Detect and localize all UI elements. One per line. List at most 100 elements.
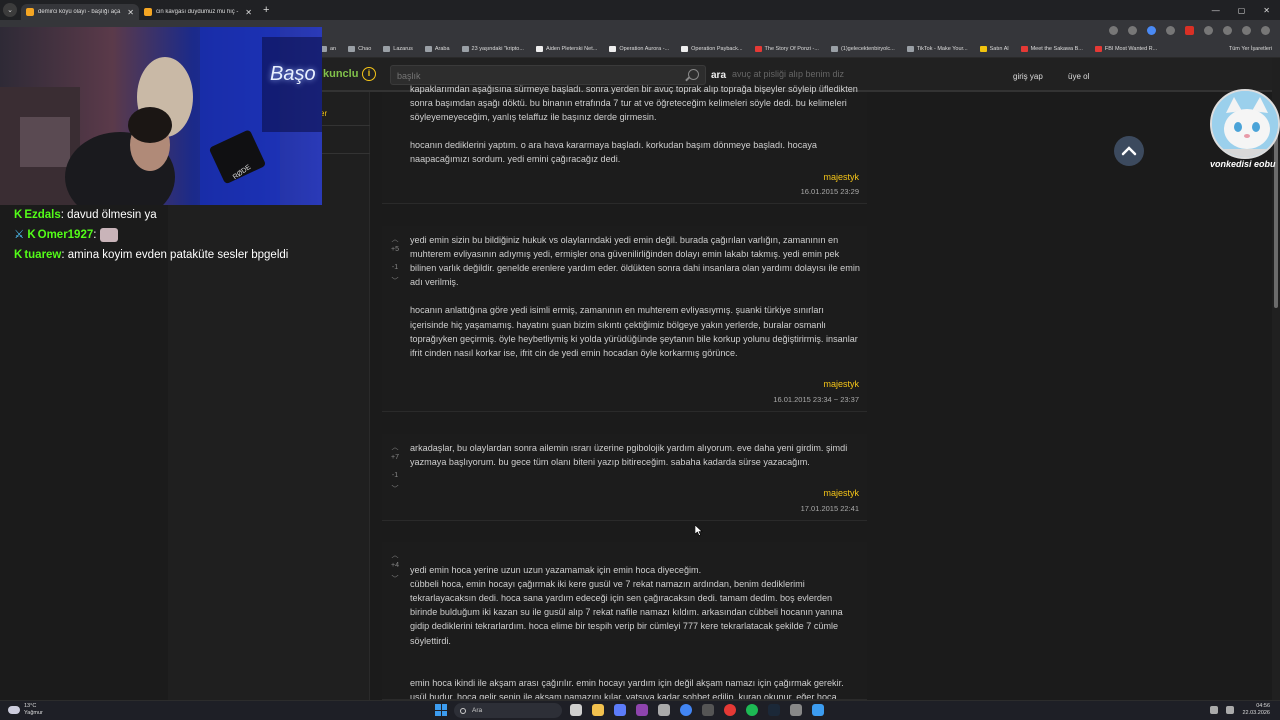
downvote-icon[interactable]: ﹀ [388, 276, 402, 286]
entry-author[interactable]: majestyk [823, 488, 859, 498]
taskbar-apps [570, 704, 824, 716]
bookmark-label: Operation Aurora -... [619, 45, 670, 52]
bookmark-item[interactable]: FBI Most Wanted R... [1094, 45, 1158, 52]
register-link[interactable]: üye ol [1068, 72, 1089, 81]
kebab-menu-icon[interactable] [1261, 25, 1270, 35]
star-icon[interactable] [1128, 25, 1137, 35]
bookmark-item[interactable]: Chao [348, 45, 372, 52]
extension-icon[interactable] [1185, 25, 1194, 35]
weather-widget[interactable]: 13°C Yağmur [8, 703, 43, 717]
windows-taskbar: 13°C Yağmur Ara 04:56 22.03.2026 [0, 700, 1280, 720]
app-icon[interactable] [614, 704, 626, 716]
chat-message: K Ezdals: davud ölmesin ya [14, 209, 157, 221]
zoom-icon[interactable] [1109, 25, 1118, 35]
taskbar-search[interactable]: Ara [454, 703, 562, 718]
entry-date[interactable]: 16.01.2015 23:29 [801, 187, 859, 196]
bookmark-item[interactable]: The Story Of Ponzi -... [754, 45, 819, 52]
app-icon[interactable] [790, 704, 802, 716]
entry-paragraph: yedi emin hoca yerine uzun uzun yazamama… [410, 565, 843, 646]
browser-tab[interactable]: demirci köyü olayı - başlığı aça ✕ [21, 4, 139, 20]
volume-icon[interactable] [1226, 706, 1235, 714]
windows-start-icon[interactable] [435, 704, 447, 716]
chat-username: Ezdals [24, 209, 61, 221]
bookmark-item[interactable]: 23 yaşındaki "kripto... [461, 45, 524, 52]
cloud-rain-icon [8, 706, 20, 714]
bookmark-item[interactable]: Operation Payback... [681, 45, 743, 52]
bookmark-label: Operation Payback... [691, 45, 743, 52]
close-icon[interactable]: ✕ [127, 8, 134, 17]
extension-icon[interactable] [1166, 25, 1175, 35]
chat-text: amina koyim evden pataküte sesler bpgeld… [67, 249, 289, 261]
steam-icon[interactable] [768, 704, 780, 716]
profile-icon[interactable] [1242, 25, 1251, 35]
tab-favicon [26, 8, 34, 16]
entry-body: kapaklarımdan aşağısına sürmeye başladı.… [410, 82, 860, 167]
all-bookmarks-button[interactable]: Tüm Yer İşaretleri [1229, 46, 1280, 52]
new-tab-button[interactable]: + [263, 4, 269, 16]
app-icon[interactable] [724, 704, 736, 716]
chrome-icon[interactable] [680, 704, 692, 716]
downvote-icon[interactable]: ﹀ [388, 484, 402, 494]
bookmark-label: Chao [358, 45, 372, 52]
extension-icon[interactable] [1147, 25, 1156, 35]
app-icon[interactable] [812, 704, 824, 716]
site-logo[interactable]: kunclu [323, 68, 358, 80]
entry-author[interactable]: majestyk [823, 379, 859, 389]
bookmark-label: TikTok - Make Your... [916, 45, 968, 52]
puzzle-icon[interactable] [1223, 25, 1232, 35]
downvote-count: -1 [391, 264, 399, 271]
login-link[interactable]: giriş yap [1013, 72, 1043, 81]
entry-date[interactable]: 16.01.2015 23:34 ~ 23:37 [773, 395, 859, 404]
close-icon[interactable]: ✕ [245, 8, 252, 17]
bookmark-label: an [330, 45, 337, 52]
maximize-icon[interactable]: ▢ [1238, 6, 1246, 15]
app-icon[interactable] [658, 704, 670, 716]
info-icon[interactable]: i [362, 67, 376, 81]
upvote-icon[interactable]: ︿ [388, 442, 402, 452]
entry-paragraph: arkadaşlar, bu olaylardan sonra ailemin … [410, 443, 848, 468]
wifi-icon[interactable] [1210, 706, 1219, 714]
chat-text: davud ölmesin ya [67, 209, 157, 221]
bookmark-item[interactable]: Operation Aurora -... [609, 45, 670, 52]
system-tray: 04:56 22.03.2026 [1210, 703, 1270, 717]
entry-date[interactable]: 17.01.2015 22:41 [801, 504, 859, 513]
bookmark-label: FBI Most Wanted R... [1104, 45, 1158, 52]
downvote-icon[interactable]: ﹀ [388, 574, 402, 584]
kick-badge-icon: K [14, 249, 23, 261]
bookmark-label: (1)gelecektenbiryolc... [840, 45, 895, 52]
upvote-icon[interactable]: ︿ [388, 234, 402, 244]
webcam-video [0, 27, 322, 205]
upvote-icon[interactable]: ︿ [388, 550, 402, 560]
app-icon[interactable] [636, 704, 648, 716]
entry-body: yedi emin sizin bu bildiğiniz hukuk vs o… [410, 233, 860, 360]
bookmark-item[interactable]: Lazarus [383, 45, 413, 52]
bookmark-item[interactable]: Meet the Sakawa B... [1020, 45, 1083, 52]
upvote-count: +4 [391, 562, 399, 569]
browser-tab[interactable]: cin kavgası duydumuz mu hiç - ✕ [139, 4, 257, 20]
search-icon[interactable] [688, 69, 699, 80]
bookmark-item[interactable]: Satın Al [979, 45, 1009, 52]
stream-chat: K Ezdals: davud ölmesin ya ⚔ K Omer1927: Kt… [14, 205, 324, 265]
entry-author[interactable]: majestyk [823, 172, 859, 182]
bookmark-item[interactable]: an [320, 45, 337, 52]
clock[interactable]: 04:56 22.03.2026 [1242, 703, 1270, 717]
scrollbar-thumb[interactable] [1274, 128, 1278, 308]
minimize-icon[interactable]: — [1212, 6, 1220, 15]
extension-icon[interactable] [1204, 25, 1213, 35]
bookmark-favicon-icon [383, 45, 391, 52]
bookmark-item[interactable]: TikTok - Make Your... [906, 45, 968, 52]
spotify-icon[interactable] [746, 704, 758, 716]
task-view-icon[interactable] [570, 704, 582, 716]
file-explorer-icon[interactable] [592, 704, 604, 716]
search-button[interactable]: ara [711, 70, 726, 81]
close-window-icon[interactable]: ✕ [1263, 6, 1270, 15]
page-scrollbar[interactable] [1272, 58, 1280, 700]
bookmark-item[interactable]: Aiden Pleterski Net... [535, 45, 597, 52]
tab-menu-button[interactable]: ⌄ [3, 3, 17, 17]
bookmark-item[interactable]: (1)gelecektenbiryolc... [830, 45, 895, 52]
scroll-to-top-button[interactable] [1114, 136, 1144, 166]
bookmark-label: Araba [434, 45, 450, 52]
app-icon[interactable] [702, 704, 714, 716]
bookmark-item[interactable]: Araba [424, 45, 450, 52]
bookmark-favicon-icon [609, 45, 617, 52]
